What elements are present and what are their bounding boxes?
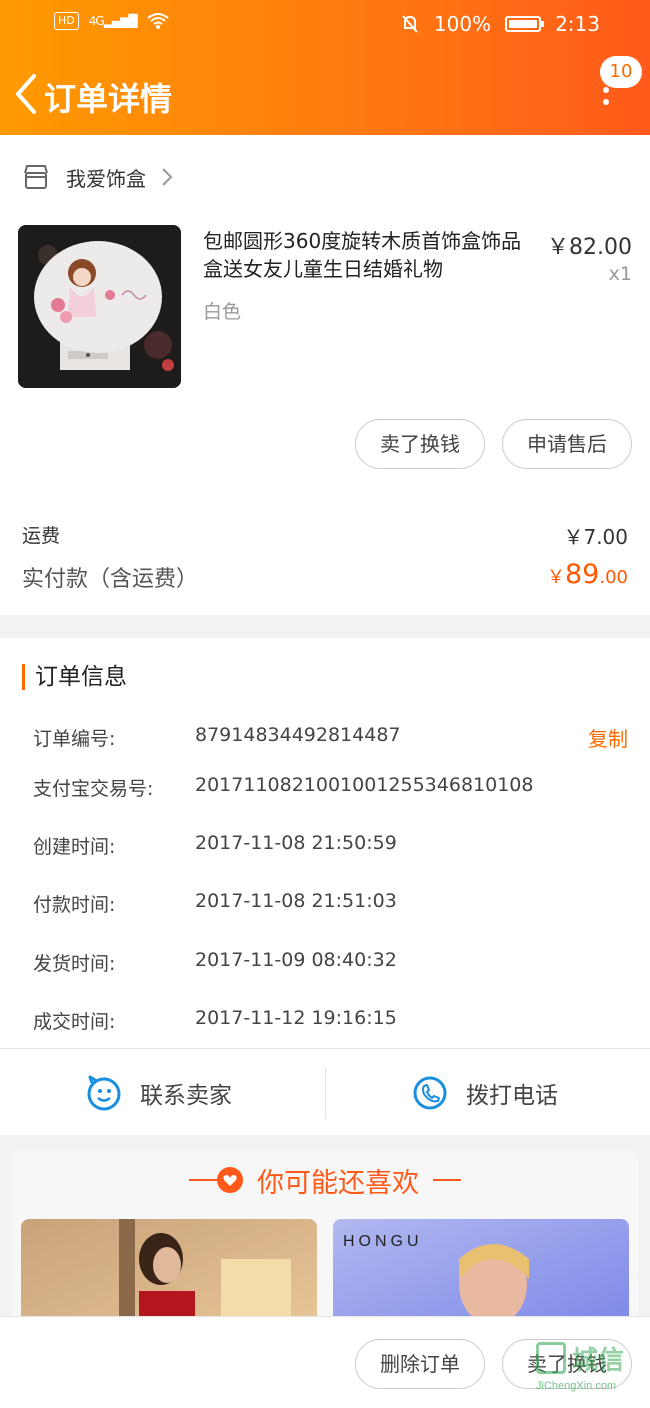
info-key: 付款时间: xyxy=(33,894,116,916)
product-quantity: x1 xyxy=(608,263,632,285)
shipping-value: ￥7.00 xyxy=(563,525,628,549)
more-vertical-icon[interactable] xyxy=(596,84,616,114)
paid-integer: 89 xyxy=(565,559,600,590)
store-icon xyxy=(24,165,48,189)
product-variant: 白色 xyxy=(203,301,242,323)
info-key: 订单编号: xyxy=(33,728,116,750)
title-line-left xyxy=(189,1179,217,1181)
jewelry-box-image xyxy=(18,225,181,388)
recommendations-title: 你可能还喜欢 xyxy=(257,1167,419,1199)
recommendations-header: 你可能还喜欢 xyxy=(12,1160,638,1200)
recommendations-section: 你可能还喜欢 HONGU xyxy=(12,1150,638,1339)
shipping-label: 运费 xyxy=(22,525,61,547)
shop-row[interactable]: 我爱饰盒 xyxy=(0,155,650,199)
product-image[interactable] xyxy=(18,225,181,388)
watermark-url: JiChengXin.com xyxy=(536,1380,617,1392)
info-value: 2017-11-08 21:50:59 xyxy=(195,832,397,854)
recommendation-brand: HONGU xyxy=(343,1233,423,1250)
shop-name: 我爱饰盒 xyxy=(66,166,146,191)
info-value: 2017-11-08 21:51:03 xyxy=(195,890,397,912)
mute-bell-icon xyxy=(402,15,418,33)
network-signal-icon: 4G▂▄▆█ xyxy=(88,14,138,28)
order-info-card: 订单信息 复制 订单编号: 87914834492814487 支付宝交易号: … xyxy=(0,638,650,1048)
contact-bar: 联系卖家 拨打电话 xyxy=(0,1048,650,1135)
paid-currency: ￥ xyxy=(547,567,565,588)
contact-seller-label: 联系卖家 xyxy=(140,1082,232,1109)
order-info-title: 订单信息 xyxy=(22,664,127,690)
product-title[interactable]: 包邮圆形360度旋转木质首饰盒饰品盒送女友儿童生日结婚礼物 xyxy=(203,227,533,283)
delete-order-button[interactable]: 删除订单 xyxy=(355,1339,485,1389)
hd-badge: HD xyxy=(54,12,79,30)
battery-icon xyxy=(505,16,545,32)
back-arrow-icon[interactable] xyxy=(12,72,42,116)
site-watermark: 城信 JiChengXin.com xyxy=(536,1340,646,1400)
call-phone-label: 拨打电话 xyxy=(466,1082,558,1109)
copy-order-number-button[interactable]: 复制 xyxy=(588,723,628,752)
app-header: HD 4G▂▄▆█ 100% 2:13 订单详情 10 xyxy=(0,0,650,135)
paid-label: 实付款（含运费） xyxy=(22,567,199,592)
status-time: 2:13 xyxy=(555,12,600,36)
info-key: 支付宝交易号: xyxy=(33,778,154,800)
contact-seller-button[interactable]: 联系卖家 xyxy=(86,1049,232,1136)
watermark-logo-icon xyxy=(536,1342,566,1374)
call-phone-button[interactable]: 拨打电话 xyxy=(412,1049,558,1136)
status-left: HD 4G▂▄▆█ xyxy=(54,12,169,30)
title-line-right xyxy=(433,1179,461,1181)
chevron-right-icon xyxy=(162,168,173,186)
paid-amount: ￥89.00 xyxy=(547,559,628,590)
info-value: 87914834492814487 xyxy=(195,724,401,746)
info-value: 2017-11-12 19:16:15 xyxy=(195,1007,397,1029)
info-key: 发货时间: xyxy=(33,953,116,975)
product-price: ￥82.00 xyxy=(547,235,632,260)
info-key: 成交时间: xyxy=(33,1011,116,1033)
chat-bubble-icon xyxy=(87,1075,121,1110)
info-key: 创建时间: xyxy=(33,836,116,858)
info-value: 2017-11-09 08:40:32 xyxy=(195,949,397,971)
order-item-card: 我爱饰盒 包邮圆形360度旋转木质首饰盒饰品盒送女友儿童生日结婚礼物 白色 ￥8… xyxy=(0,135,650,615)
after-sale-button[interactable]: 申请售后 xyxy=(502,419,632,469)
sell-for-cash-button[interactable]: 卖了换钱 xyxy=(355,419,485,469)
paid-decimal: .00 xyxy=(599,567,628,588)
network-type: 4G xyxy=(88,14,105,28)
wifi-icon xyxy=(146,13,169,29)
info-value: 20171108210010012553468101​08 xyxy=(195,774,534,796)
watermark-text: 城信 xyxy=(572,1346,625,1376)
status-right: 100% 2:13 xyxy=(400,12,600,36)
page-title: 订单详情 xyxy=(44,80,173,118)
divider xyxy=(325,1067,326,1119)
phone-icon xyxy=(413,1076,447,1109)
heart-icon xyxy=(217,1167,243,1193)
battery-fill xyxy=(509,20,538,28)
battery-percent: 100% xyxy=(433,12,492,36)
status-bar: HD 4G▂▄▆█ 100% 2:13 xyxy=(0,0,650,50)
nav-bar: 订单详情 10 xyxy=(0,56,650,126)
